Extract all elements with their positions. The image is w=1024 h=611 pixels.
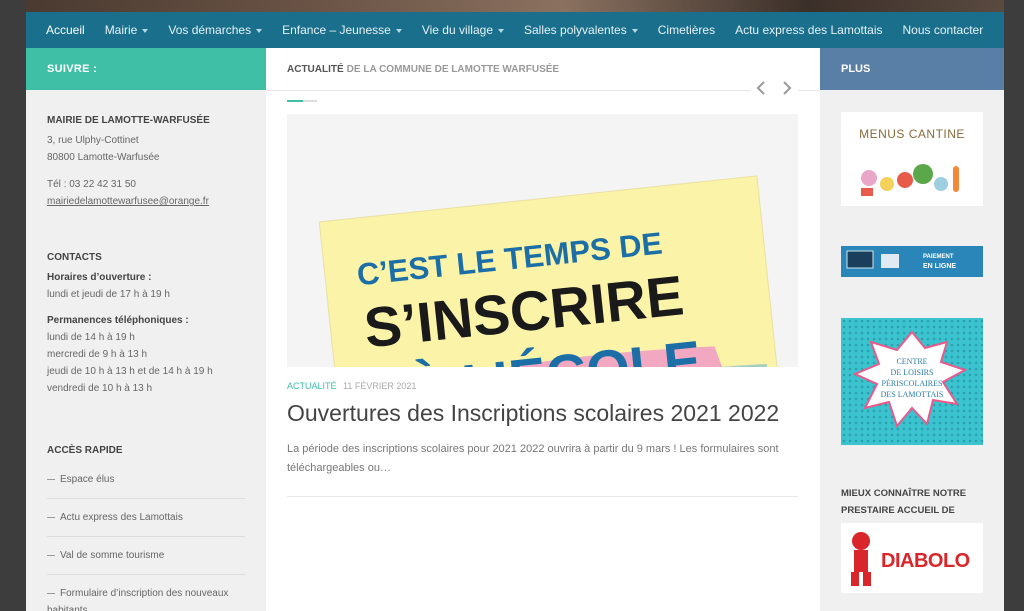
centre-loisirs-banner[interactable]: CENTRE DE LOISIRS PÉRISCOLAIRES DES LAMO… bbox=[841, 318, 983, 445]
quick-access-widget: ACCÈS RAPIDE Espace élus Actu express de… bbox=[26, 445, 266, 611]
section-heading-strong: ACTUALITÉ bbox=[287, 63, 344, 75]
page-container: SUIVRE : MAIRIE DE LAMOTTE-WARFUSÉE 3, r… bbox=[26, 48, 1004, 611]
nav-item-label: Accueil bbox=[46, 23, 85, 37]
paiement-en-ligne-banner[interactable]: PAIEMENT EN LIGNE bbox=[841, 246, 983, 277]
nav-item-vie-du-village[interactable]: Vie du village bbox=[412, 12, 514, 48]
post-date: 11 FÉVRIER 2021 bbox=[343, 381, 417, 391]
quick-link-label: Actu express des Lamottais bbox=[60, 512, 183, 523]
quick-link-label: Formulaire d’inscription des nouveaux ha… bbox=[47, 588, 229, 611]
nav-item-label: Vos démarches bbox=[168, 23, 252, 37]
chevron-right-icon[interactable] bbox=[780, 80, 794, 96]
permanence-line: lundi de 14 h à 19 h bbox=[47, 332, 135, 343]
permanences-title: Permanences téléphoniques : bbox=[47, 315, 189, 326]
quick-link-espace-elus[interactable]: Espace élus bbox=[47, 461, 245, 499]
main-content: ACTUALITÉ DE LA COMMUNE DE LAMOTTE WARFU… bbox=[266, 48, 820, 611]
phone-number: Tél : 03 22 42 31 50 bbox=[47, 179, 136, 190]
centre-line1: CENTRE bbox=[896, 357, 927, 366]
nav-item-cimeti-res[interactable]: Cimetières bbox=[648, 12, 725, 48]
permanence-line: mercredi de 9 h à 13 h bbox=[47, 349, 148, 360]
menus-cantine-banner[interactable]: MENUS CANTINE bbox=[841, 112, 983, 206]
contacts-title: CONTACTS bbox=[47, 252, 102, 263]
chevron-down-icon bbox=[142, 29, 149, 33]
nav-item-salles-polyvalentes[interactable]: Salles polyvalentes bbox=[514, 12, 648, 48]
diabolo-text: DIABOLO bbox=[881, 550, 970, 572]
post-meta: ACTUALITÉ 11 FÉVRIER 2021 bbox=[287, 381, 416, 391]
contacts-widget: CONTACTS Horaires d’ouverture : lundi et… bbox=[26, 252, 266, 397]
nav-item-vos-d-marches[interactable]: Vos démarches bbox=[158, 12, 272, 48]
en-ligne-text: EN LIGNE bbox=[923, 263, 956, 270]
heading-accent-line bbox=[287, 100, 303, 102]
centre-line3: PÉRISCOLAIRES bbox=[882, 378, 943, 388]
centre-line2: DE LOISIRS bbox=[891, 368, 934, 377]
post-title[interactable]: Ouvertures des Inscriptions scolaires 20… bbox=[287, 400, 779, 427]
permanence-line: vendredi de 10 h à 13 h bbox=[47, 383, 153, 394]
left-sidebar: SUIVRE : MAIRIE DE LAMOTTE-WARFUSÉE 3, r… bbox=[26, 48, 266, 611]
main-navigation: Accueil Mairie Vos démarches Enfance – Jeun… bbox=[26, 12, 1004, 48]
permanence-line: jeudi de 10 h à 13 h et de 14 h à 19 h bbox=[47, 366, 213, 377]
hours-text: lundi et jeudi de 17 h à 19 h bbox=[47, 289, 170, 300]
dash-icon bbox=[47, 478, 55, 480]
heading-accent-line-gray bbox=[303, 100, 317, 102]
dash-icon bbox=[47, 554, 55, 556]
nav-item-label: Mairie bbox=[104, 23, 138, 37]
nav-item-enfance-jeunesse[interactable]: Enfance – Jeunesse bbox=[272, 12, 412, 48]
chevron-down-icon bbox=[498, 29, 504, 33]
right-sidebar: PLUS MENUS CANTINE PAIEMENT EN LIGNE CEN… bbox=[820, 48, 1004, 611]
diabolo-banner[interactable]: DIABOLO bbox=[841, 523, 983, 593]
featured-image[interactable]: C’EST LE TEMPS DE S’INSCRIRE À L’ÉCOLE bbox=[287, 114, 798, 367]
dash-icon bbox=[47, 592, 55, 594]
nav-item-label: Enfance – Jeunesse bbox=[282, 23, 391, 37]
quick-link-formulaire[interactable]: Formulaire d’inscription des nouveaux ha… bbox=[47, 575, 245, 611]
chevron-down-icon bbox=[256, 29, 263, 33]
left-sidebar-header: SUIVRE : bbox=[26, 48, 266, 90]
post-category[interactable]: ACTUALITÉ bbox=[287, 381, 337, 391]
centre-line4: DES LAMOTTAIS bbox=[881, 390, 944, 399]
nav-item-label: Cimetières bbox=[657, 23, 716, 37]
divider bbox=[287, 496, 798, 497]
paiement-text: PAIEMENT bbox=[923, 254, 954, 260]
address-line-1: 3, rue Ulphy-Cottinet bbox=[47, 135, 139, 146]
nav-item-label: Actu express des Lamottais bbox=[735, 23, 883, 37]
nav-item-mairie[interactable]: Mairie bbox=[95, 12, 159, 48]
mairie-title: MAIRIE DE LAMOTTE-WARFUSÉE bbox=[47, 115, 210, 126]
email-link[interactable]: mairiedelamottewarfusee@orange.fr bbox=[47, 193, 245, 210]
chevron-down-icon bbox=[631, 29, 638, 33]
nav-item-label: Vie du village bbox=[421, 23, 493, 37]
nav-item-accueil[interactable]: Accueil bbox=[36, 12, 95, 48]
menus-cantine-text: MENUS CANTINE bbox=[859, 127, 965, 141]
quick-link-val-de-somme[interactable]: Val de somme tourisme bbox=[47, 537, 245, 575]
chevron-left-icon[interactable] bbox=[754, 80, 768, 96]
post-excerpt: La période des inscriptions scolaires po… bbox=[287, 443, 779, 474]
nav-item-actu-express-des-lamottais[interactable]: Actu express des Lamottais bbox=[725, 12, 892, 48]
quick-link-actu-express[interactable]: Actu express des Lamottais bbox=[47, 499, 245, 537]
right-sidebar-header: PLUS bbox=[820, 48, 1004, 90]
slider-controls bbox=[750, 80, 798, 96]
quick-access-title: ACCÈS RAPIDE bbox=[47, 445, 123, 456]
dash-icon bbox=[47, 516, 55, 518]
address-line-2: 80800 Lamotte-Warfusée bbox=[47, 152, 160, 163]
nav-item-label: Salles polyvalentes bbox=[524, 23, 627, 37]
header-banner-image bbox=[26, 0, 1004, 12]
hours-title: Horaires d’ouverture : bbox=[47, 272, 152, 283]
mairie-widget: MAIRIE DE LAMOTTE-WARFUSÉE 3, rue Ulphy-… bbox=[26, 115, 266, 210]
nav-item-nous-contacter[interactable]: Nous contacter bbox=[893, 12, 994, 48]
quick-access-list: Espace élus Actu express des Lamottais V… bbox=[47, 461, 245, 611]
section-heading: ACTUALITÉ DE LA COMMUNE DE LAMOTTE WARFU… bbox=[266, 48, 820, 91]
chevron-down-icon bbox=[395, 29, 402, 33]
quick-link-label: Val de somme tourisme bbox=[60, 550, 165, 561]
nav-item-label: Nous contacter bbox=[902, 23, 984, 37]
section-heading-light: DE LA COMMUNE DE LAMOTTE WARFUSÉE bbox=[346, 63, 560, 75]
quick-link-label: Espace élus bbox=[60, 474, 115, 485]
